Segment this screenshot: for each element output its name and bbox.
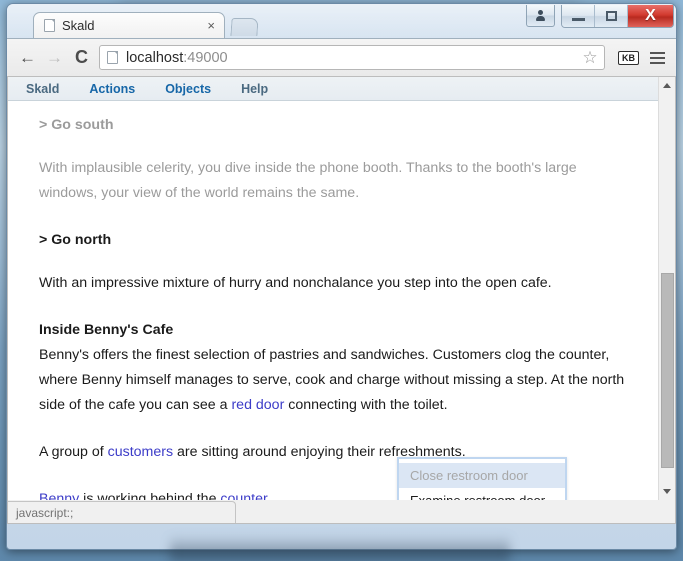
- scrollbar-thumb[interactable]: [661, 273, 674, 468]
- room-desc-part-2: connecting with the toilet.: [284, 397, 448, 413]
- back-button[interactable]: ←: [14, 44, 41, 71]
- game-transcript: > Go south With implausible celerity, yo…: [8, 101, 658, 500]
- tab-title: Skald: [62, 18, 95, 33]
- scroll-down-button[interactable]: [659, 483, 675, 500]
- desktop-background: Skald × X ← → C localhost:49000 ☆ KB Ska…: [0, 0, 683, 561]
- address-host: localhost: [126, 49, 184, 66]
- minimize-icon: [571, 17, 585, 21]
- user-account-button[interactable]: [526, 5, 555, 27]
- new-tab-button[interactable]: [230, 18, 259, 36]
- customers-pre-text: A group of: [39, 444, 108, 460]
- window-controls: X: [526, 5, 674, 29]
- maximize-button[interactable]: [595, 5, 628, 27]
- close-tab-icon[interactable]: ×: [204, 19, 218, 32]
- extension-kb-icon[interactable]: KB: [618, 50, 639, 65]
- menu-item-examine-restroom-door[interactable]: Examine restroom door: [399, 488, 565, 500]
- minimize-button[interactable]: [562, 5, 595, 27]
- menu-bar-3: [649, 61, 665, 64]
- close-icon: X: [645, 7, 656, 24]
- benny-post-text: .: [266, 491, 271, 500]
- object-link-counter[interactable]: counter: [220, 491, 267, 500]
- vertical-scrollbar[interactable]: [658, 77, 675, 500]
- tab-strip: Skald × X: [7, 4, 676, 38]
- object-link-customers[interactable]: customers: [108, 444, 173, 460]
- browser-tab-skald[interactable]: Skald ×: [33, 12, 225, 38]
- nav-item-help[interactable]: Help: [241, 82, 268, 96]
- browser-window: Skald × X ← → C localhost:49000 ☆ KB Ska…: [6, 3, 677, 550]
- command-echo: > Go north: [39, 232, 112, 248]
- page-icon: [44, 19, 55, 32]
- maximize-icon: [605, 11, 617, 21]
- browser-bottom-strip: javascript:;: [7, 500, 676, 524]
- command-echo: > Go south: [39, 117, 114, 133]
- nav-item-objects[interactable]: Objects: [165, 82, 211, 96]
- site-navigation: Skald Actions Objects Help: [8, 77, 658, 101]
- response-text: With an impressive mixture of hurry and …: [39, 275, 552, 291]
- close-window-button[interactable]: X: [628, 5, 673, 27]
- reload-button[interactable]: C: [68, 44, 95, 71]
- menu-bar-2: [649, 56, 665, 59]
- chevron-up-icon: [663, 83, 671, 88]
- benny-mid-text: is working behind the: [79, 491, 221, 500]
- nav-item-actions[interactable]: Actions: [89, 82, 135, 96]
- room-description: Inside Benny's Cafe Benny's offers the f…: [39, 318, 636, 418]
- transcript-entry-go-north: > Go north With an impressive mixture of…: [39, 228, 636, 296]
- bookmark-star-icon[interactable]: ☆: [581, 49, 599, 67]
- window-button-group: X: [561, 5, 674, 28]
- nav-item-skald[interactable]: Skald: [26, 82, 59, 96]
- chevron-down-icon: [663, 489, 671, 494]
- context-menu: Close restroom door Examine restroom doo…: [397, 457, 567, 500]
- page-viewport: Skald Actions Objects Help > Go south Wi…: [7, 77, 676, 500]
- menu-bar-1: [649, 51, 665, 54]
- address-bar[interactable]: localhost:49000 ☆: [99, 45, 605, 70]
- hamburger-menu-icon[interactable]: [645, 51, 669, 64]
- page-content: Skald Actions Objects Help > Go south Wi…: [8, 77, 658, 500]
- menu-item-close-restroom-door[interactable]: Close restroom door: [399, 463, 565, 488]
- forward-button[interactable]: →: [41, 44, 68, 71]
- user-icon: [536, 10, 545, 21]
- status-bar: javascript:;: [8, 501, 236, 523]
- address-port: :49000: [183, 49, 228, 66]
- transcript-entry-go-south: > Go south With implausible celerity, yo…: [39, 113, 636, 206]
- response-text: With implausible celerity, you dive insi…: [39, 160, 577, 201]
- room-name: Inside Benny's Cafe: [39, 322, 174, 338]
- address-bar-url: localhost:49000: [126, 50, 581, 66]
- object-link-red-door[interactable]: red door: [231, 397, 284, 413]
- object-link-benny[interactable]: Benny: [39, 491, 79, 500]
- page-icon: [107, 51, 118, 64]
- scroll-up-button[interactable]: [659, 77, 675, 94]
- browser-toolbar: ← → C localhost:49000 ☆ KB: [7, 38, 676, 77]
